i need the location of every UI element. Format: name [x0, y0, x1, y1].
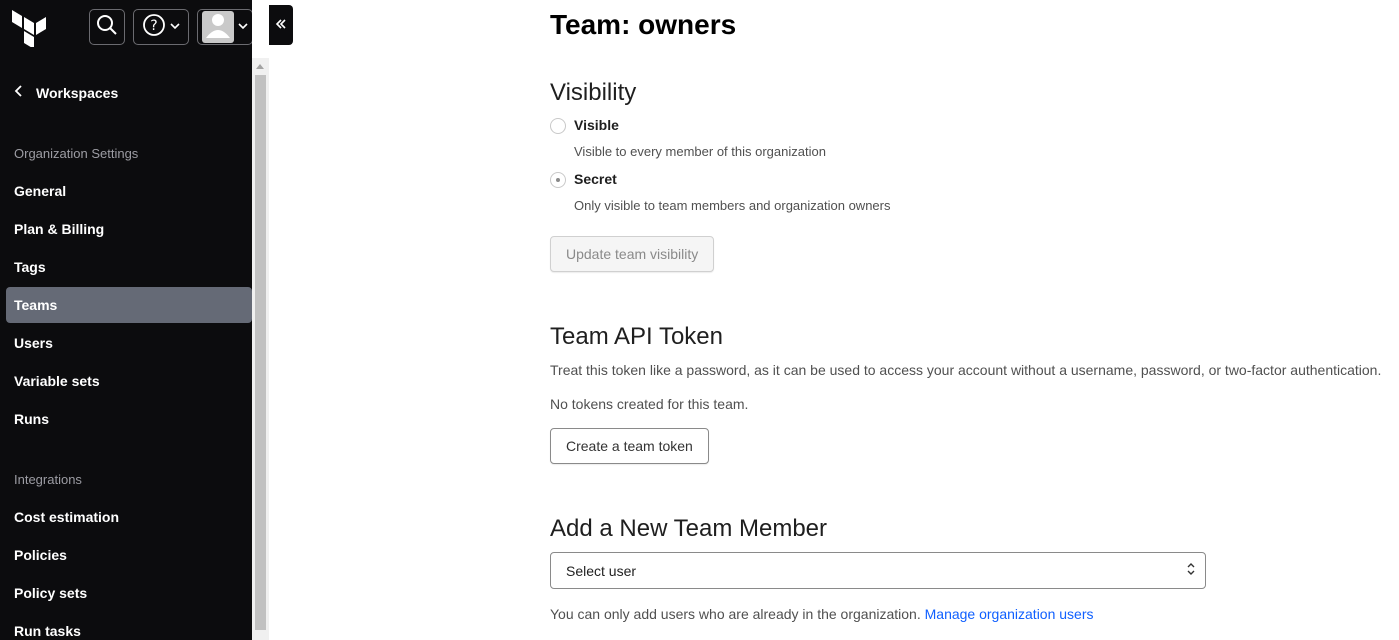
secret-radio-label: Secret [574, 171, 617, 187]
top-bar: ? [0, 0, 253, 58]
help-menu-button[interactable]: ? [133, 9, 189, 45]
organization-settings-heading: Organization Settings [14, 146, 139, 161]
team-api-token-heading: Team API Token [550, 323, 723, 350]
add-member-help-text: You can only add users who are already i… [550, 606, 921, 622]
sidebar-item-tags[interactable]: Tags [6, 249, 252, 285]
user-avatar-icon [204, 11, 232, 43]
radio-selected-dot [556, 178, 560, 182]
create-team-token-button[interactable]: Create a team token [550, 428, 709, 464]
avatar [202, 11, 234, 43]
sidebar-item-runs[interactable]: Runs [6, 401, 252, 437]
sidebar-item-teams[interactable]: Teams [6, 287, 252, 323]
chevron-left-icon [14, 84, 24, 101]
scroll-up-arrow-icon[interactable] [256, 64, 264, 69]
secret-radio-description: Only visible to team members and organiz… [574, 198, 891, 213]
sidebar-item-general[interactable]: General [6, 173, 252, 209]
chevron-down-icon [238, 18, 248, 36]
collapse-sidebar-button[interactable] [269, 5, 293, 45]
search-icon [96, 14, 118, 41]
user-menu-button[interactable] [197, 9, 253, 45]
sidebar: ? Workspaces Organization Settings Gener… [0, 0, 253, 640]
secret-radio[interactable] [550, 172, 566, 188]
update-team-visibility-button[interactable]: Update team visibility [550, 236, 715, 272]
sidebar-item-run-tasks[interactable]: Run tasks [6, 613, 252, 640]
visibility-option-secret[interactable]: Secret Only visible to team members and … [550, 171, 890, 213]
help-circle-icon: ? [142, 13, 166, 42]
sidebar-item-policy-sets[interactable]: Policy sets [6, 575, 252, 611]
integrations-heading: Integrations [14, 472, 82, 487]
page-title: Team: owners [550, 9, 737, 40]
sidebar-item-policies[interactable]: Policies [6, 537, 252, 573]
sidebar-gap [252, 0, 269, 58]
scrollbar-thumb[interactable] [255, 75, 266, 630]
back-link-label: Workspaces [36, 84, 119, 101]
select-user-dropdown[interactable]: Select user [550, 552, 1206, 589]
main-content: Team: owners Visibility Visible Visible … [550, 0, 1390, 640]
visible-radio-label: Visible [574, 117, 619, 133]
sidebar-item-plan-billing[interactable]: Plan & Billing [6, 211, 252, 247]
app-window: ? Workspaces Organization Settings Gener… [0, 0, 1399, 640]
search-button[interactable] [89, 9, 125, 45]
manage-organization-users-link[interactable]: Manage organization users [925, 606, 1094, 622]
visible-radio-description: Visible to every member of this organiza… [574, 144, 826, 159]
no-tokens-text: No tokens created for this team. [550, 396, 749, 412]
visibility-heading: Visibility [550, 79, 637, 106]
sidebar-item-cost-estimation[interactable]: Cost estimation [6, 499, 252, 535]
api-token-description: Treat this token like a password, as it … [550, 362, 1382, 378]
double-chevron-left-icon [275, 17, 287, 34]
svg-text:?: ? [150, 18, 157, 34]
select-user-value: Select user [566, 562, 637, 579]
add-team-member-heading: Add a New Team Member [550, 515, 828, 542]
sidebar-scrollbar[interactable] [252, 58, 269, 640]
back-to-workspaces-link[interactable]: Workspaces [14, 84, 118, 101]
sidebar-item-users[interactable]: Users [6, 325, 252, 361]
visible-radio[interactable] [550, 118, 566, 134]
terraform-logo-icon[interactable] [11, 9, 49, 49]
select-arrows-icon [1186, 562, 1196, 579]
add-member-help: You can only add users who are already i… [550, 606, 1094, 622]
chevron-down-icon [170, 18, 180, 36]
sidebar-item-variable-sets[interactable]: Variable sets [6, 363, 252, 399]
visibility-option-visible[interactable]: Visible Visible to every member of this … [550, 117, 826, 159]
